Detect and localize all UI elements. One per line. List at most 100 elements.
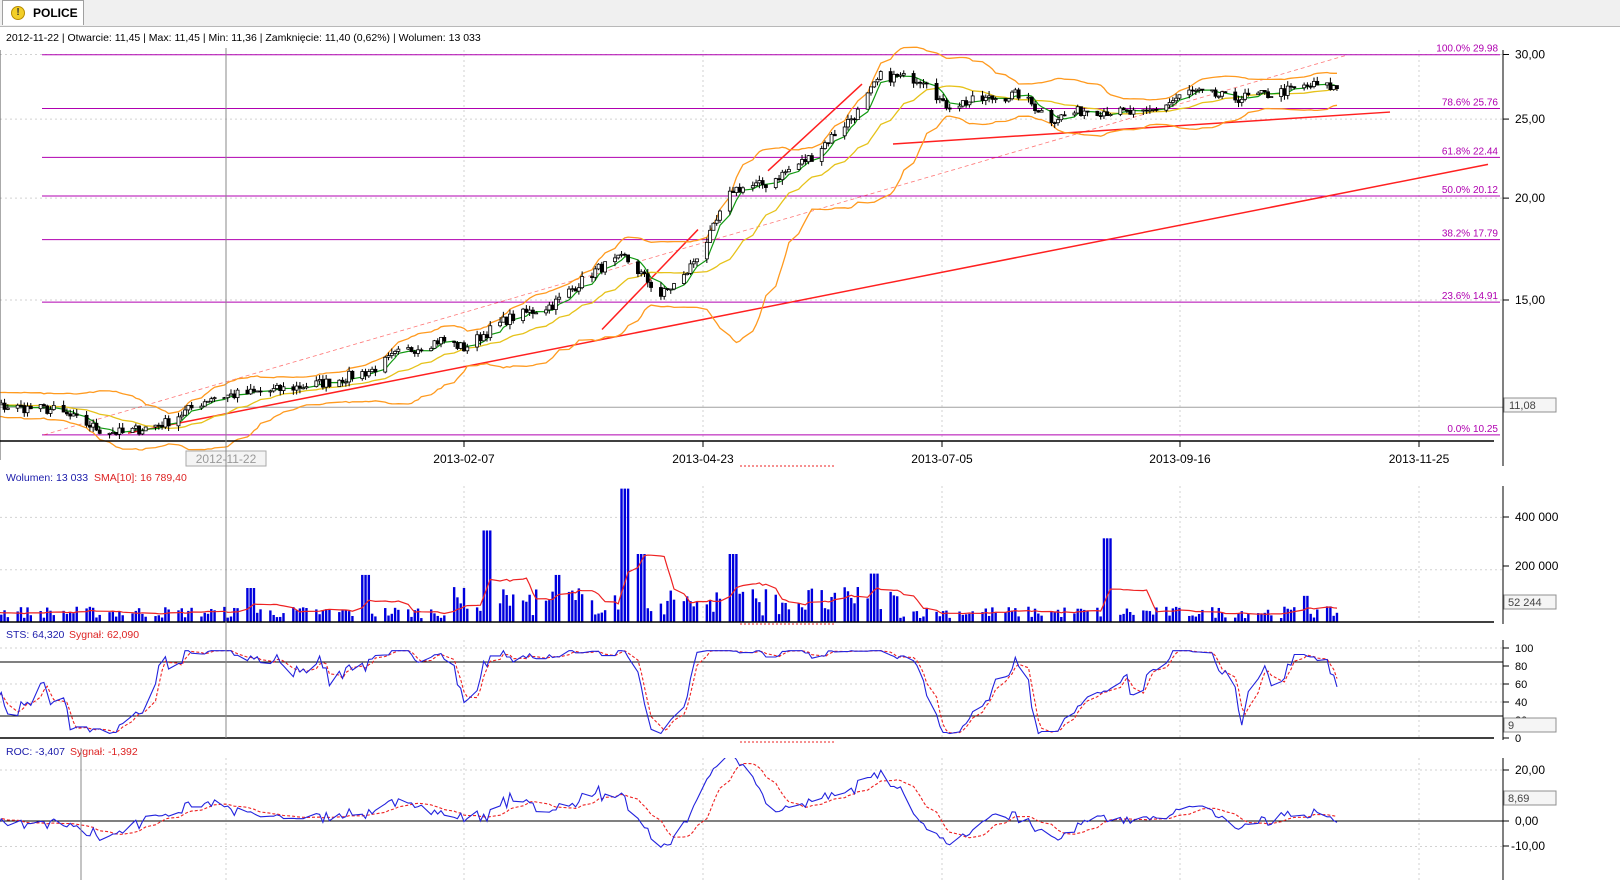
candle-body (573, 288, 578, 292)
volume-bar (498, 603, 502, 622)
volume-bar (682, 601, 686, 622)
volume-bar (1109, 538, 1112, 622)
volume-bar (528, 594, 531, 622)
volume-bar (873, 573, 876, 622)
candle-body (120, 427, 125, 433)
volume-bar (925, 607, 928, 622)
volume-bar (121, 615, 124, 622)
candle-body (826, 142, 831, 145)
candle-body (911, 73, 916, 84)
candle-body (1328, 82, 1333, 91)
candle-body (416, 349, 420, 354)
volume-bar (341, 610, 344, 622)
sts-signal-legend: Sygnał: 62,090 (69, 629, 139, 641)
volume-bar (466, 608, 469, 622)
fib-label: 23.6% 14.91 (1442, 291, 1499, 302)
volume-bar (892, 595, 896, 622)
candle-body (980, 95, 985, 101)
candle-body (114, 432, 119, 435)
roc-grid (0, 758, 1503, 880)
volume-bar (1142, 610, 1145, 622)
candle-body (45, 405, 50, 414)
volume-bar (295, 610, 298, 622)
volume-bar (590, 600, 594, 622)
volume-bar (324, 609, 328, 622)
candle-body (852, 118, 857, 121)
candle-body (275, 384, 279, 389)
chart-area[interactable]: 100.0% 29.98 78.6% 25.76 61.8% 22.44 50.0% … (0, 26, 1620, 880)
roc-panel: ROC: -3,407 Sygnał: -1,392 20,00 0,00 -1… (0, 746, 1557, 880)
candle-body (1331, 85, 1336, 91)
candle-body (504, 316, 509, 325)
candle-body (1269, 96, 1274, 98)
volume-bar (1309, 613, 1312, 622)
candle-body (1302, 84, 1307, 89)
candle-body (485, 334, 489, 339)
volume-bar (1325, 606, 1329, 622)
volume-bar (321, 610, 325, 622)
fib-label: 38.2% 17.79 (1442, 229, 1499, 240)
candle-body (1095, 110, 1100, 116)
candle-body (1174, 97, 1179, 102)
candle-body (370, 368, 375, 373)
candle-body (1062, 114, 1067, 117)
volume-bar (203, 612, 206, 622)
candle-body (458, 342, 463, 349)
volume-bar (459, 603, 462, 622)
volume-bar (856, 587, 860, 622)
volume-bar (827, 609, 830, 622)
candle-body (704, 241, 709, 260)
volume-y-tick: 200 000 (1515, 559, 1559, 573)
candle-body (268, 390, 273, 393)
volume-bar (1106, 538, 1109, 622)
candle-body (1282, 88, 1287, 96)
candle-body (534, 312, 539, 315)
candle-body (304, 386, 309, 389)
volume-bar (292, 607, 295, 622)
volume-bar (531, 615, 535, 622)
volume-bar (987, 615, 991, 622)
candle-body (498, 321, 502, 327)
tab-police[interactable]: ! POLICE (2, 0, 84, 25)
candle-body (892, 73, 896, 83)
candle-body (1039, 110, 1044, 113)
candle-body (645, 273, 650, 283)
volume-bar (505, 595, 508, 622)
candle-body (156, 424, 161, 427)
candle-body (1144, 109, 1149, 112)
volume-bar (804, 609, 807, 622)
volume-bar (1168, 615, 1171, 622)
candle-body (51, 404, 56, 410)
candle-body (324, 378, 329, 388)
volume-bar (279, 616, 282, 622)
candle-body (596, 263, 601, 270)
candle-body (94, 422, 99, 431)
candle-body (737, 186, 742, 193)
candle-body (1121, 107, 1126, 111)
volume-bar (994, 612, 997, 622)
volume-bar (984, 608, 988, 622)
candle-body (1216, 95, 1221, 98)
candle-body (84, 414, 89, 426)
volume-bar (68, 611, 72, 622)
volume-bar (1197, 613, 1201, 622)
volume-bar (1188, 615, 1191, 622)
volume-bar (754, 598, 758, 622)
candle-body (255, 390, 260, 393)
volume-bar (1220, 612, 1224, 622)
volume-bar (626, 488, 630, 622)
candle-body (983, 96, 988, 101)
volume-bar (715, 592, 718, 622)
candle-body (714, 219, 719, 224)
candle-body (603, 261, 608, 273)
candle-body (803, 159, 808, 163)
volume-bar (643, 554, 646, 622)
candle-body (947, 107, 952, 110)
candle-body (439, 336, 443, 345)
candle-body (143, 426, 148, 432)
candle-body (343, 381, 348, 384)
candle-body (832, 133, 837, 137)
candle-body (987, 95, 991, 98)
candle-body (1167, 102, 1172, 106)
volume-bar (410, 616, 413, 622)
